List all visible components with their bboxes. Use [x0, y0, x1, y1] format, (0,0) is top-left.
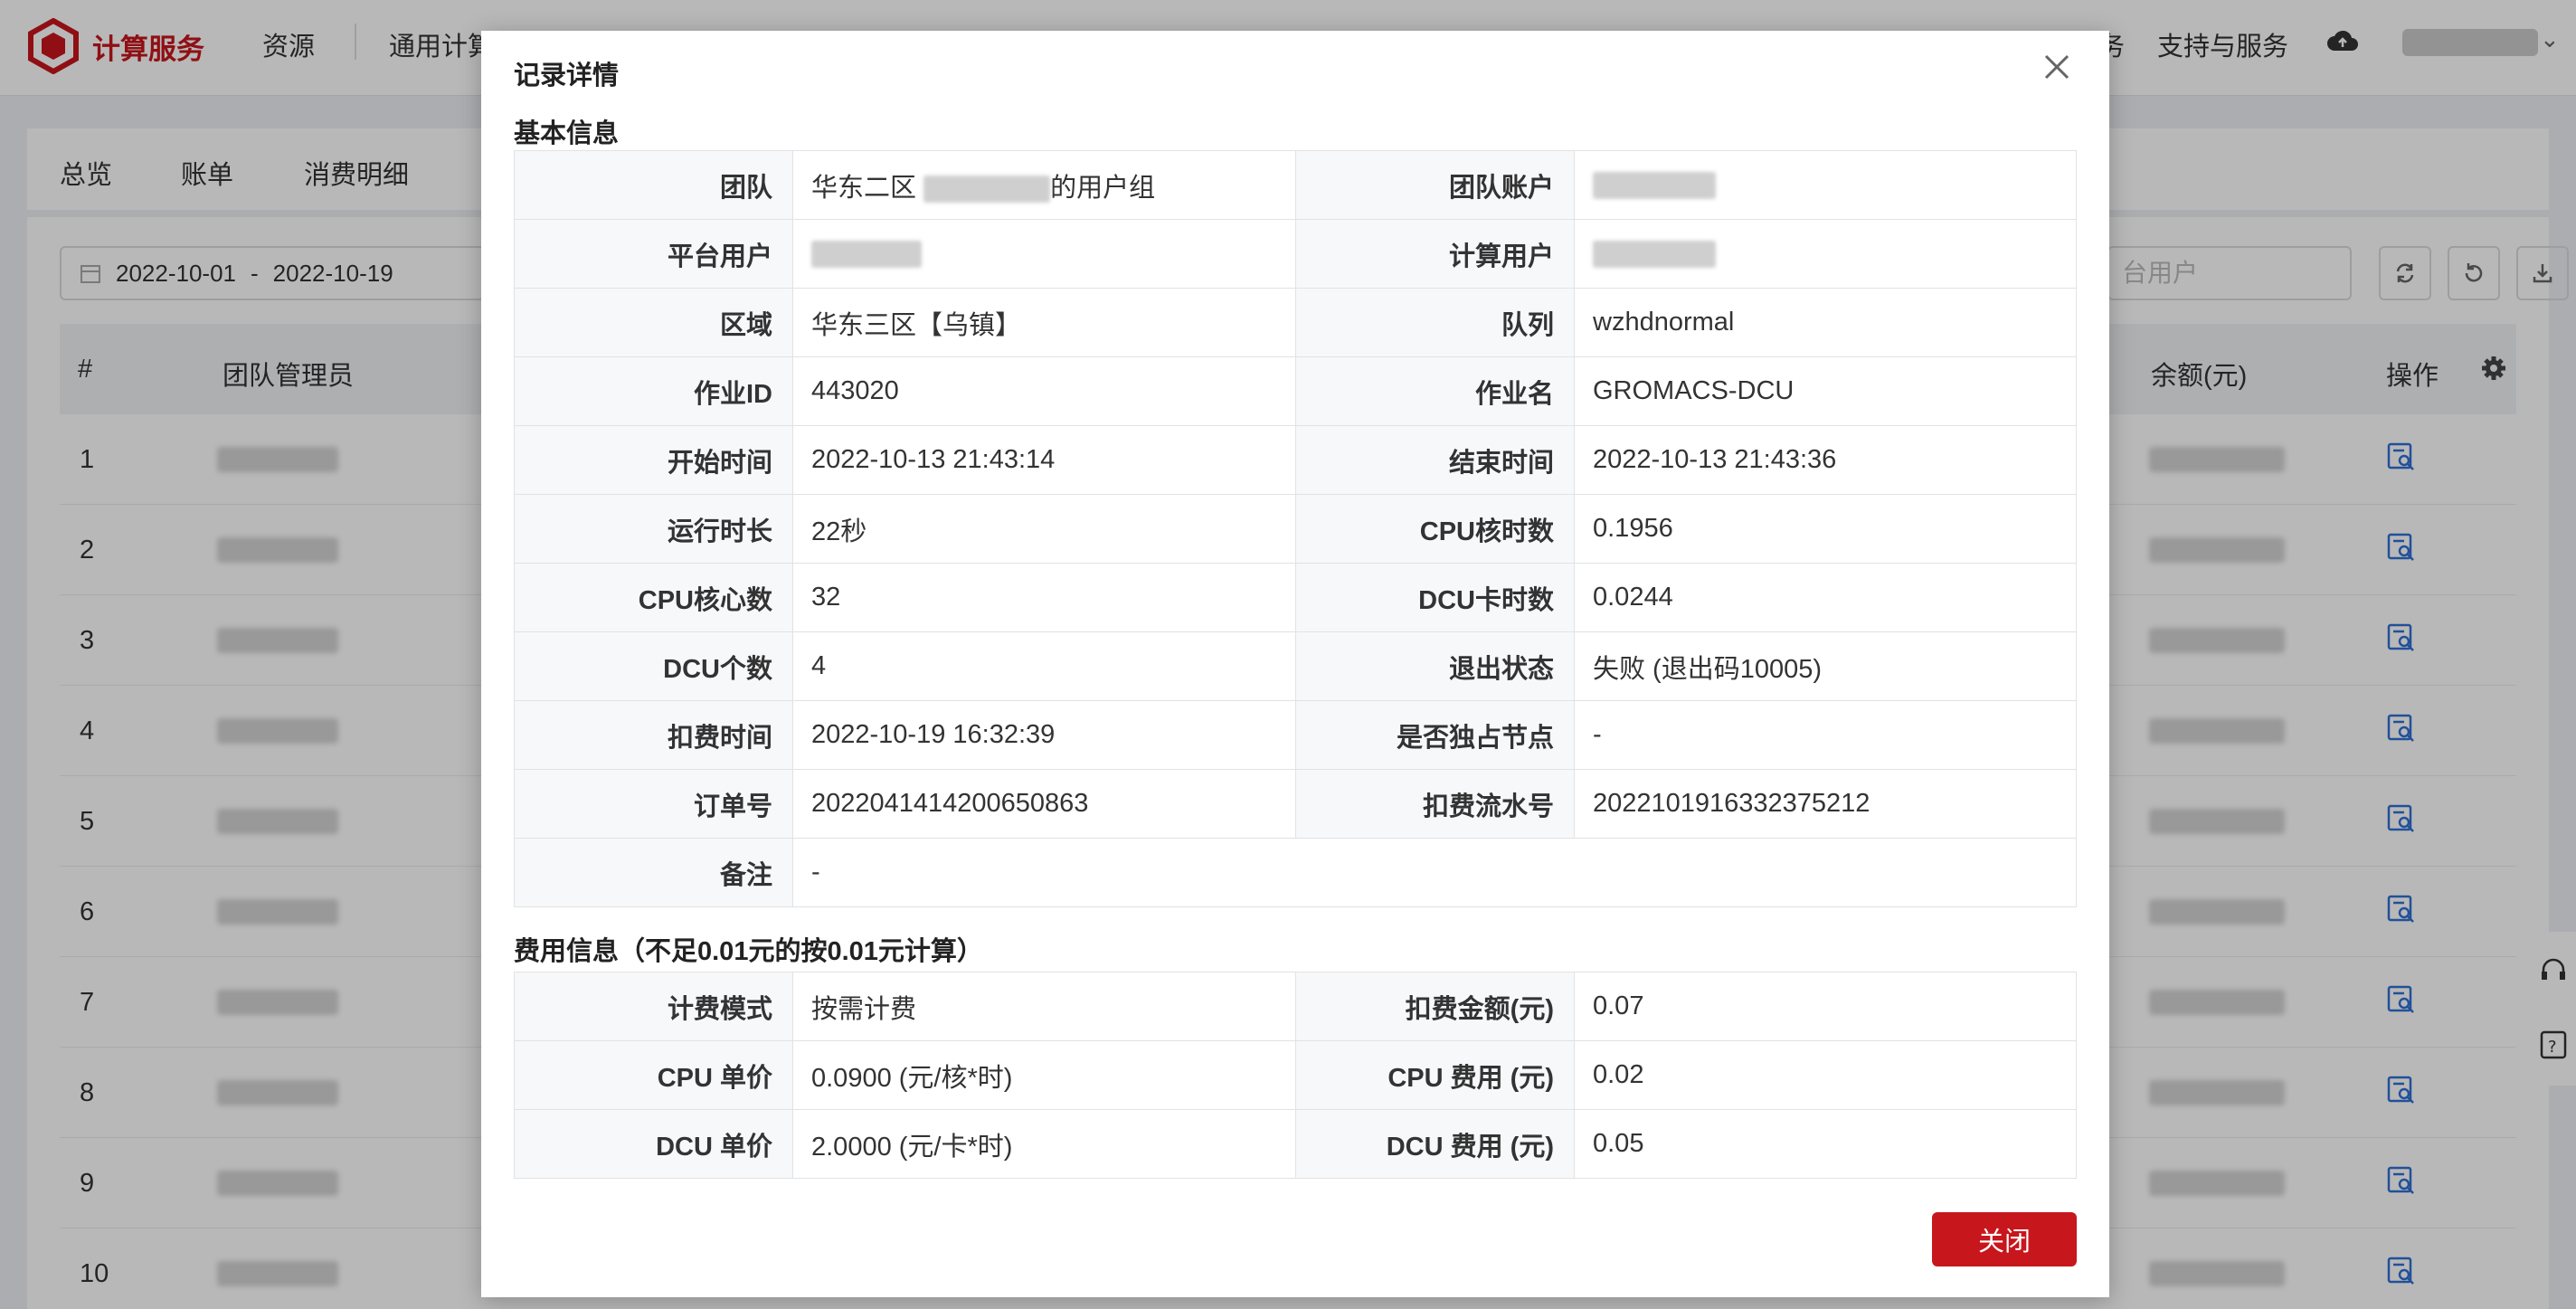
- table-row: 开始时间 2022-10-13 21:43:14 结束时间 2022-10-13…: [514, 425, 2077, 495]
- order-no-value: 2022041414200650863: [792, 769, 1296, 839]
- cpu-price-label: CPU 单价: [514, 1040, 793, 1110]
- dcu-fee-value: 0.05: [1574, 1109, 2077, 1179]
- end-time-label: 结束时间: [1295, 425, 1575, 495]
- table-row: DCU 单价 2.0000 (元/卡*时) DCU 费用 (元) 0.05: [514, 1109, 2077, 1179]
- serial-no-label: 扣费流水号: [1295, 769, 1575, 839]
- charge-amount-value: 0.07: [1574, 972, 2077, 1041]
- start-time-label: 开始时间: [514, 425, 793, 495]
- platform-user-value: [792, 219, 1296, 289]
- team-account-label: 团队账户: [1295, 150, 1575, 220]
- close-button[interactable]: 关闭: [1932, 1212, 2077, 1266]
- team-account-value: [1574, 150, 2077, 220]
- team-label: 团队: [514, 150, 793, 220]
- dcu-count-value: 4: [792, 631, 1296, 701]
- end-time-value: 2022-10-13 21:43:36: [1574, 425, 2077, 495]
- dcu-hours-label: DCU卡时数: [1295, 563, 1575, 632]
- table-row: 作业ID 443020 作业名 GROMACS-DCU: [514, 356, 2077, 426]
- job-name-value: GROMACS-DCU: [1574, 356, 2077, 426]
- dcu-hours-value: 0.0244: [1574, 563, 2077, 632]
- platform-user-label: 平台用户: [514, 219, 793, 289]
- cpu-fee-value: 0.02: [1574, 1040, 2077, 1110]
- table-row: DCU个数 4 退出状态 失败 (退出码10005): [514, 631, 2077, 701]
- table-row: 平台用户 计算用户: [514, 219, 2077, 289]
- dcu-count-label: DCU个数: [514, 631, 793, 701]
- charge-time-label: 扣费时间: [514, 700, 793, 770]
- compute-user-label: 计算用户: [1295, 219, 1575, 289]
- cpu-cores-label: CPU核心数: [514, 563, 793, 632]
- queue-label: 队列: [1295, 288, 1575, 357]
- table-row: 区域 华东三区【乌镇】 队列 wzhdnormal: [514, 288, 2077, 357]
- dcu-fee-label: DCU 费用 (元): [1295, 1109, 1575, 1179]
- masked-text: [811, 241, 922, 269]
- cpu-price-value: 0.0900 (元/核*时): [792, 1040, 1296, 1110]
- job-id-label: 作业ID: [514, 356, 793, 426]
- table-row: 团队 华东二区 的用户组 团队账户: [514, 150, 2077, 220]
- table-row: 备注 -: [514, 838, 2077, 907]
- basic-info-table: 团队 华东二区 的用户组 团队账户 平台用户 计算用户 区域 华东三区【乌镇】 …: [514, 150, 2077, 907]
- serial-no-value: 2022101916332375212: [1574, 769, 2077, 839]
- dcu-price-label: DCU 单价: [514, 1109, 793, 1179]
- dcu-price-value: 2.0000 (元/卡*时): [792, 1109, 1296, 1179]
- cpu-hours-value: 0.1956: [1574, 494, 2077, 564]
- start-time-value: 2022-10-13 21:43:14: [792, 425, 1296, 495]
- table-row: 计费模式 按需计费 扣费金额(元) 0.07: [514, 972, 2077, 1041]
- remark-label: 备注: [514, 838, 793, 907]
- cpu-fee-label: CPU 费用 (元): [1295, 1040, 1575, 1110]
- record-detail-dialog: 记录详情 基本信息 团队 华东二区 的用户组 团队账户 平台用户 计算用户 区域…: [481, 31, 2109, 1297]
- region-label: 区域: [514, 288, 793, 357]
- billing-mode-label: 计费模式: [514, 972, 793, 1041]
- order-no-label: 订单号: [514, 769, 793, 839]
- masked-text: [1593, 241, 1716, 269]
- table-row: 订单号 2022041414200650863 扣费流水号 2022101916…: [514, 769, 2077, 839]
- job-id-value: 443020: [792, 356, 1296, 426]
- cpu-cores-value: 32: [792, 563, 1296, 632]
- charge-time-value: 2022-10-19 16:32:39: [792, 700, 1296, 770]
- fee-info-table: 计费模式 按需计费 扣费金额(元) 0.07 CPU 单价 0.0900 (元/…: [514, 972, 2077, 1179]
- job-name-label: 作业名: [1295, 356, 1575, 426]
- basic-info-title: 基本信息: [514, 119, 620, 148]
- exit-status-label: 退出状态: [1295, 631, 1575, 701]
- charge-amount-label: 扣费金额(元): [1295, 972, 1575, 1041]
- region-value: 华东三区【乌镇】: [792, 288, 1296, 357]
- team-value: 华东二区 的用户组: [792, 150, 1296, 220]
- billing-mode-value: 按需计费: [792, 972, 1296, 1041]
- masked-text: [923, 175, 1051, 203]
- exclusive-node-value: -: [1574, 700, 2077, 770]
- cpu-hours-label: CPU核时数: [1295, 494, 1575, 564]
- duration-value: 22秒: [792, 494, 1296, 564]
- exclusive-node-label: 是否独占节点: [1295, 700, 1575, 770]
- table-row: CPU 单价 0.0900 (元/核*时) CPU 费用 (元) 0.02: [514, 1040, 2077, 1110]
- table-row: 运行时长 22秒 CPU核时数 0.1956: [514, 494, 2077, 564]
- table-row: 扣费时间 2022-10-19 16:32:39 是否独占节点 -: [514, 700, 2077, 770]
- duration-label: 运行时长: [514, 494, 793, 564]
- compute-user-value: [1574, 219, 2077, 289]
- fee-info-title: 费用信息（不足0.01元的按0.01元计算）: [514, 937, 983, 966]
- dialog-title: 记录详情: [514, 62, 620, 90]
- remark-value: -: [792, 838, 2077, 907]
- exit-status-value: 失败 (退出码10005): [1574, 631, 2077, 701]
- masked-text: [1593, 172, 1716, 200]
- queue-value: wzhdnormal: [1574, 288, 2077, 357]
- table-row: CPU核心数 32 DCU卡时数 0.0244: [514, 563, 2077, 632]
- close-icon[interactable]: [2039, 49, 2075, 85]
